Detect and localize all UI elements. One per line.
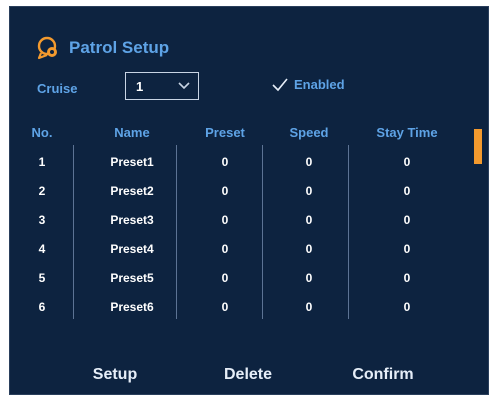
column-divider — [262, 145, 263, 319]
table-row[interactable]: 6 Preset6 0 0 0 — [10, 292, 470, 322]
cell-stay-time: 0 — [403, 155, 411, 169]
cell-name: Preset1 — [110, 155, 154, 169]
column-divider — [176, 145, 177, 319]
cell-stay-time: 0 — [403, 271, 411, 285]
setup-button[interactable]: Setup — [65, 366, 165, 384]
cell-speed: 0 — [305, 300, 313, 314]
table-row[interactable]: 2 Preset2 0 0 0 — [10, 176, 470, 206]
cell-stay-time: 0 — [403, 213, 411, 227]
cell-no: 2 — [38, 184, 46, 198]
cell-stay-time: 0 — [403, 242, 411, 256]
column-header-no: No. — [31, 125, 53, 140]
page-title: Patrol Setup — [69, 38, 170, 57]
table-header: No. Name Preset Speed Stay Time — [10, 125, 470, 145]
cell-preset: 0 — [221, 242, 229, 256]
cell-name: Preset4 — [110, 242, 154, 256]
cell-speed: 0 — [305, 213, 313, 227]
cell-name: Preset5 — [110, 271, 154, 285]
cell-preset: 0 — [221, 213, 229, 227]
column-divider — [73, 145, 74, 319]
cell-name: Preset2 — [110, 184, 154, 198]
cell-stay-time: 0 — [403, 184, 411, 198]
table-scrollbar[interactable] — [474, 129, 482, 319]
cell-speed: 0 — [305, 242, 313, 256]
cell-no: 6 — [38, 300, 46, 314]
table-row[interactable]: 5 Preset5 0 0 0 — [10, 263, 470, 293]
cell-preset: 0 — [221, 155, 229, 169]
cruise-select[interactable]: 1 — [125, 72, 199, 100]
cell-preset: 0 — [221, 300, 229, 314]
cruise-label: Cruise — [37, 81, 78, 96]
cell-name: Preset3 — [110, 213, 154, 227]
confirm-button[interactable]: Confirm — [333, 366, 433, 384]
enabled-checkbox[interactable]: Enabled — [272, 77, 345, 92]
column-header-preset: Preset — [205, 125, 245, 140]
title-row: Patrol Setup — [37, 35, 169, 61]
cell-speed: 0 — [305, 155, 313, 169]
patrol-setup-panel: Patrol Setup Cruise 1 Enabled No. Name P… — [9, 6, 489, 395]
table-row[interactable]: 4 Preset4 0 0 0 — [10, 234, 470, 264]
delete-button[interactable]: Delete — [198, 366, 298, 384]
column-divider — [348, 145, 349, 319]
scrollbar-thumb[interactable] — [474, 129, 482, 164]
cell-no: 1 — [38, 155, 46, 169]
table-row[interactable]: 1 Preset1 0 0 0 — [10, 147, 470, 177]
cell-preset: 0 — [221, 184, 229, 198]
checkmark-icon — [272, 77, 288, 91]
cell-stay-time: 0 — [403, 300, 411, 314]
cell-name: Preset6 — [110, 300, 154, 314]
column-header-name: Name — [114, 125, 150, 140]
cell-no: 4 — [38, 242, 46, 256]
cell-speed: 0 — [305, 271, 313, 285]
cell-no: 3 — [38, 213, 46, 227]
cruise-select-value: 1 — [136, 78, 144, 94]
chevron-down-icon — [178, 82, 190, 90]
cell-preset: 0 — [221, 271, 229, 285]
table-row[interactable]: 3 Preset3 0 0 0 — [10, 205, 470, 235]
cell-speed: 0 — [305, 184, 313, 198]
cell-no: 5 — [38, 271, 46, 285]
column-header-speed: Speed — [289, 125, 329, 140]
column-header-stay-time: Stay Time — [376, 125, 438, 140]
enabled-label: Enabled — [294, 77, 345, 92]
patrol-camera-icon — [37, 36, 57, 60]
